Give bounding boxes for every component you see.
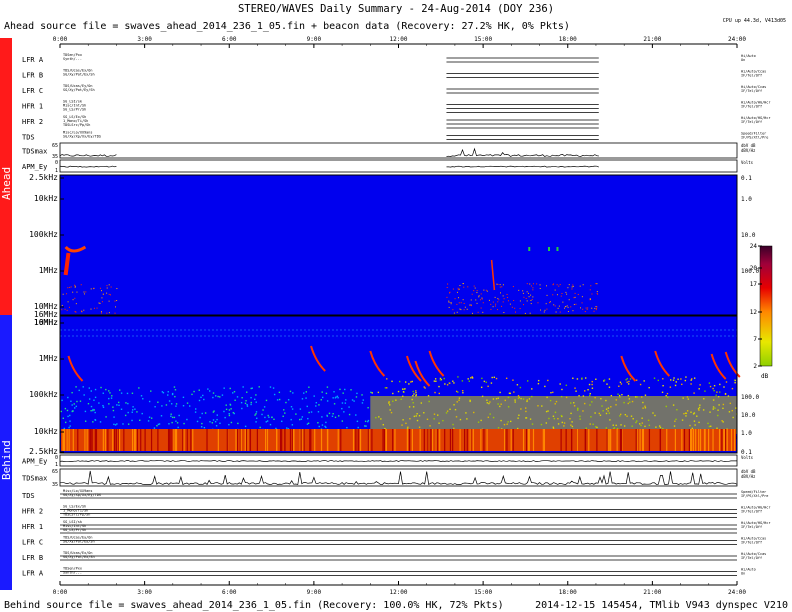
time-tick-label: 21:00	[643, 589, 661, 596]
strip-sublabel: Synth/...	[63, 57, 82, 61]
colorbar-tick: 2	[753, 363, 757, 370]
strip-label: HFR 2	[22, 508, 43, 516]
time-tick-label: 18:00	[559, 589, 577, 596]
strip-right-label: IF/Tel/Off	[741, 525, 762, 529]
freq-right-label: 1.0	[741, 196, 752, 203]
behind-spectrogram	[59, 315, 741, 454]
colorbar-tick: 20	[750, 265, 758, 272]
freq-right-label: 10.0	[741, 412, 756, 419]
panel-label: TDSmax	[22, 148, 47, 156]
time-tick-label: 9:00	[307, 589, 322, 596]
freq-tick-label: 1MHz	[39, 354, 58, 363]
strip-label: TDS	[22, 492, 35, 500]
time-tick-label: 24:00	[728, 36, 746, 43]
panel-label: APM_Ey	[22, 163, 47, 171]
time-tick-label: 15:00	[474, 36, 492, 43]
panel-right-label: Volts	[741, 160, 754, 165]
time-tick-label: 24:00	[728, 589, 746, 596]
panel-tick: 65	[52, 469, 58, 475]
strip-sublabel: SG/Xy/Xp/Xx/Ey/TDS	[63, 135, 101, 139]
strip-label: LFR C	[22, 539, 43, 547]
ahead-spectrogram	[59, 174, 738, 316]
freq-right-label: 1.0	[741, 430, 752, 437]
panel-label: APM_Ey	[22, 458, 47, 466]
freq-tick-label: 2.5kHz	[29, 173, 58, 182]
strip-right-label: IF/Tel/Off	[741, 89, 762, 93]
strip-right-label: IF/PS/Xtl/Pre	[741, 136, 768, 140]
wave-summary-plot: STEREO/WAVES Daily Summary - 24-Aug-2014…	[0, 3, 788, 611]
freq-tick-label: 10kHz	[34, 427, 58, 436]
time-tick-label: 9:00	[307, 36, 322, 43]
time-tick-label: 21:00	[643, 36, 661, 43]
strip-sublabel: TDSLSrc/Pp/Sh	[63, 123, 90, 127]
ahead-source-line: Ahead source file = swaves_ahead_2014_23…	[4, 21, 570, 32]
freq-tick-label: 100kHz	[29, 390, 58, 399]
strip-right-label: IF/Tel/Off	[741, 541, 762, 545]
bottom-time-axis: 0:00 3:00 6:00 9:00 12:00 15:00 18:00 21:00 24:0…	[53, 581, 746, 596]
strip-label: HFR 1	[22, 523, 43, 531]
cpu-note: CPU up 44.3d, V413d05	[723, 18, 786, 24]
strip-label: LFR A	[22, 570, 44, 578]
render-stamp: 2014-12-15 145454, TMlib V943 dynspec V2…	[535, 600, 788, 611]
panel-tick: 1	[55, 462, 58, 468]
colorbar-tick: 12	[750, 309, 758, 316]
strip-sublabel: SG/Xy/Pot/Ex/Sh	[63, 73, 95, 77]
behind-side-label: Behind	[0, 440, 13, 480]
panel-tick: 35	[52, 482, 58, 488]
strip-right-label: IF/Tel/Off	[741, 105, 762, 109]
strip-right-label: IF/Tel/Off	[741, 120, 762, 124]
colorbar-tick: 7	[753, 336, 757, 343]
freq-right-label: 0.1	[741, 175, 752, 182]
colorbar: 24 20 17 12 7 2 dB	[750, 243, 773, 380]
ahead-side-label: Ahead	[0, 167, 13, 200]
top-time-axis: 0:00 3:00 6:00 9:00 12:00 15:00 18:00 21:00 24:0…	[53, 36, 746, 48]
strip-label: LFR A	[22, 56, 44, 64]
strip-right-label: IF/PS/Xtl/Pre	[741, 494, 768, 498]
panel-right-label: dBV/Hz	[741, 474, 756, 479]
freq-right-label: 0.1	[741, 449, 752, 456]
page-title: STEREO/WAVES Daily Summary - 24-Aug-2014…	[238, 3, 554, 15]
strip-right-label: IF/Tel/Off	[741, 510, 762, 514]
time-tick-label: 0:00	[53, 36, 68, 43]
time-tick-label: 18:00	[559, 36, 577, 43]
freq-tick-label: 1MHz	[39, 266, 58, 275]
freq-right-label: 10.0	[741, 232, 756, 239]
colorbar-tick: 17	[750, 281, 758, 288]
time-tick-label: 12:00	[389, 589, 407, 596]
freq-tick-label: 2.5kHz	[29, 447, 58, 456]
time-tick-label: 6:00	[222, 36, 237, 43]
freq-tick-label: 100kHz	[29, 230, 58, 239]
panel-tick: 65	[52, 143, 58, 149]
panel-label: TDSmax	[22, 475, 47, 483]
strip-label: HFR 1	[22, 103, 43, 111]
strip-label: TDS	[22, 134, 35, 142]
strip-right-label: On	[741, 572, 745, 576]
freq-right-label: 100.0	[741, 394, 759, 401]
time-tick-label: 15:00	[474, 589, 492, 596]
time-tick-label: 6:00	[222, 589, 237, 596]
behind-source-line: Behind source file = swaves_ahead_2014_2…	[4, 600, 504, 611]
panel-tick: 0	[55, 160, 58, 166]
freq-tick-label: 10kHz	[34, 194, 58, 203]
strip-label: LFR B	[22, 554, 43, 562]
strip-right-label: IF/Tel/Off	[741, 74, 762, 78]
time-tick-label: 3:00	[137, 589, 152, 596]
strip-sublabel: SG/Xy/Pot/Ey/Sh	[63, 88, 95, 92]
time-tick-label: 12:00	[389, 36, 407, 43]
strip-right-label: IF/Tel/Off	[741, 556, 762, 560]
freq-tick-label: 10MHz	[34, 318, 58, 327]
colorbar-unit: dB	[761, 373, 769, 380]
behind-status-strips: TDSMisc/Lo/XX9ansSG/Xy/Xp/Xx/Ey/TDSSpeed…	[22, 489, 771, 578]
time-tick-label: 0:00	[53, 589, 68, 596]
colorbar-tick: 24	[750, 243, 758, 250]
strip-label: LFR B	[22, 72, 43, 80]
strip-label: HFR 2	[22, 118, 43, 126]
ahead-status-strips: LFR ATDSen/PxxSynth/...Hi/AutoOnLFR BTDS…	[22, 53, 771, 142]
strip-label: LFR C	[22, 87, 43, 95]
strip-right-label: On	[741, 58, 745, 62]
strip-sublabel: SG_LS/Pr/Sh	[63, 108, 86, 112]
panel-right-label: dBV/Hz	[741, 148, 756, 153]
time-tick-label: 3:00	[137, 36, 152, 43]
